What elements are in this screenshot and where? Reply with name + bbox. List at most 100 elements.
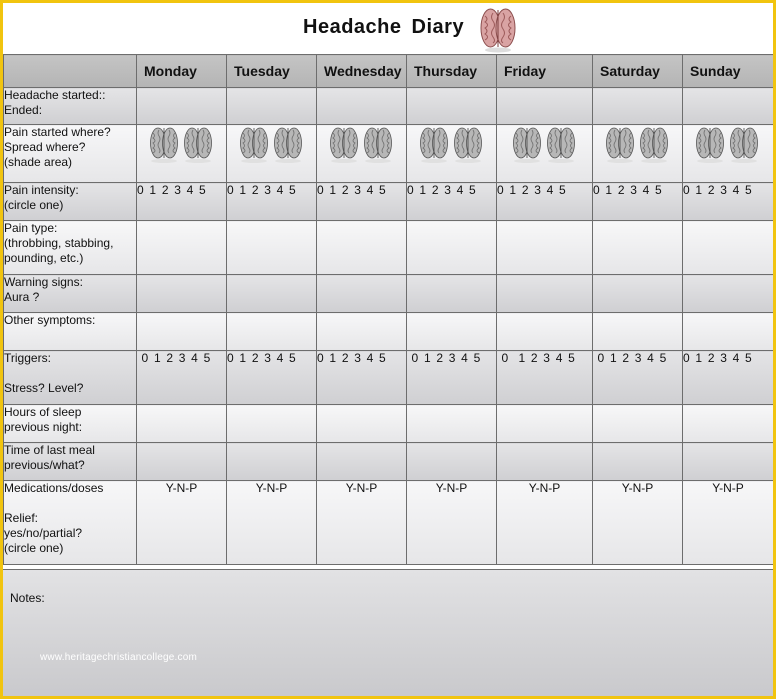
day-cell-wednesday[interactable]: [316, 312, 407, 351]
day-cell-thursday[interactable]: 0 1 2 3 4 5: [406, 182, 497, 221]
day-cell-sunday[interactable]: Y-N-P: [682, 480, 773, 565]
day-header-sunday: Sunday: [682, 54, 773, 88]
day-cell-saturday[interactable]: [592, 312, 683, 351]
day-cell-thursday[interactable]: [406, 274, 497, 313]
day-header-wednesday: Wednesday: [316, 54, 407, 88]
day-cell-thursday[interactable]: [406, 124, 497, 183]
day-cell-saturday[interactable]: [592, 404, 683, 443]
day-cell-friday[interactable]: 0 1 2 3 4 5: [496, 182, 593, 221]
day-cell-monday[interactable]: 0 1 2 3 4 5: [136, 350, 227, 405]
day-cell-thursday[interactable]: 0 1 2 3 4 5: [406, 350, 497, 405]
day-cell-wednesday[interactable]: [316, 442, 407, 481]
day-cell-wednesday[interactable]: 0 1 2 3 4 5: [316, 350, 407, 405]
row-label: Headache started:: Ended:: [3, 87, 137, 125]
day-cell-saturday[interactable]: [592, 274, 683, 313]
day-cell-monday[interactable]: [136, 312, 227, 351]
row-label: Pain started where? Spread where? (shade…: [3, 124, 137, 183]
day-cell-wednesday[interactable]: [316, 274, 407, 313]
brain-gray-icon[interactable]: [696, 125, 760, 165]
day-cell-thursday[interactable]: Y-N-P: [406, 480, 497, 565]
day-cell-friday[interactable]: [496, 442, 593, 481]
day-cell-thursday[interactable]: [406, 404, 497, 443]
day-cell-tuesday[interactable]: 0 1 2 3 4 5: [226, 182, 317, 221]
day-cell-wednesday[interactable]: [316, 404, 407, 443]
day-cell-friday[interactable]: [496, 274, 593, 313]
table-row: Headache started:: Ended:: [3, 87, 773, 125]
day-cell-saturday[interactable]: Y-N-P: [592, 480, 683, 565]
day-cell-tuesday[interactable]: [226, 124, 317, 183]
day-cell-monday[interactable]: [136, 220, 227, 275]
day-cell-wednesday[interactable]: 0 1 2 3 4 5: [316, 182, 407, 221]
row-label: Other symptoms:: [3, 312, 137, 351]
day-cell-wednesday[interactable]: [316, 220, 407, 275]
notes-area[interactable]: Notes: www.heritagechristiancollege.com: [3, 569, 773, 696]
day-cell-tuesday[interactable]: 0 1 2 3 4 5: [226, 350, 317, 405]
day-cell-tuesday[interactable]: [226, 312, 317, 351]
day-cell-saturday[interactable]: 0 1 2 3 4 5: [592, 182, 683, 221]
day-cell-friday[interactable]: Y-N-P: [496, 480, 593, 565]
day-cell-wednesday[interactable]: [316, 87, 407, 125]
header-corner: [3, 54, 137, 88]
day-cell-monday[interactable]: [136, 87, 227, 125]
day-cell-friday[interactable]: [496, 124, 593, 183]
brain-gray-icon[interactable]: [512, 125, 577, 165]
brain-gray-icon[interactable]: [605, 125, 670, 165]
day-cell-wednesday[interactable]: Y-N-P: [316, 480, 407, 565]
row-label: Pain type: (throbbing, stabbing, poundin…: [3, 220, 137, 275]
day-cell-friday[interactable]: [496, 312, 593, 351]
day-header-thursday: Thursday: [406, 54, 497, 88]
day-cell-sunday[interactable]: [682, 274, 773, 313]
brain-gray-icon[interactable]: [329, 125, 394, 165]
day-cell-friday[interactable]: 0 1 2 3 4 5: [496, 350, 593, 405]
day-cell-tuesday[interactable]: [226, 220, 317, 275]
table-row: Hours of sleep previous night:: [3, 404, 773, 443]
day-cell-sunday[interactable]: [682, 220, 773, 275]
day-cell-sunday[interactable]: [682, 124, 773, 183]
row-label: Pain intensity: (circle one): [3, 182, 137, 221]
day-cell-sunday[interactable]: 0 1 2 3 4 5: [682, 350, 773, 405]
day-cell-sunday[interactable]: 0 1 2 3 4 5: [682, 182, 773, 221]
brain-gray-icon[interactable]: [149, 125, 214, 165]
day-cell-sunday[interactable]: [682, 404, 773, 443]
day-cell-saturday[interactable]: 0 1 2 3 4 5: [592, 350, 683, 405]
day-cell-saturday[interactable]: [592, 87, 683, 125]
day-cell-tuesday[interactable]: Y-N-P: [226, 480, 317, 565]
row-label: Triggers: Stress? Level?: [3, 350, 137, 405]
day-cell-saturday[interactable]: [592, 220, 683, 275]
day-cell-sunday[interactable]: [682, 312, 773, 351]
day-cell-thursday[interactable]: [406, 220, 497, 275]
day-cell-sunday[interactable]: [682, 442, 773, 481]
day-header-friday: Friday: [496, 54, 593, 88]
row-label: Hours of sleep previous night:: [3, 404, 137, 443]
day-cell-tuesday[interactable]: [226, 442, 317, 481]
day-cell-thursday[interactable]: [406, 87, 497, 125]
table-row: Other symptoms:: [3, 312, 773, 351]
table-row: Triggers: Stress? Level? 0 1 2 3 4 50 1 …: [3, 350, 773, 405]
day-cell-monday[interactable]: 0 1 2 3 4 5: [136, 182, 227, 221]
day-cell-monday[interactable]: Y-N-P: [136, 480, 227, 565]
page-title: Headache Diary: [303, 16, 465, 38]
day-cell-sunday[interactable]: [682, 87, 773, 125]
title-bar: Headache Diary: [3, 3, 773, 54]
day-cell-monday[interactable]: [136, 404, 227, 443]
day-cell-thursday[interactable]: [406, 312, 497, 351]
row-label: Time of last meal previous/what?: [3, 442, 137, 481]
day-cell-tuesday[interactable]: [226, 404, 317, 443]
day-cell-saturday[interactable]: [592, 124, 683, 183]
day-cell-friday[interactable]: [496, 220, 593, 275]
watermark: www.heritagechristiancollege.com: [40, 652, 198, 663]
table-row: Pain started where? Spread where? (shade…: [3, 124, 773, 183]
day-cell-thursday[interactable]: [406, 442, 497, 481]
day-cell-monday[interactable]: [136, 442, 227, 481]
brain-gray-icon[interactable]: [239, 125, 304, 165]
day-header-saturday: Saturday: [592, 54, 683, 88]
day-cell-monday[interactable]: [136, 124, 227, 183]
day-cell-tuesday[interactable]: [226, 87, 317, 125]
day-cell-wednesday[interactable]: [316, 124, 407, 183]
day-cell-saturday[interactable]: [592, 442, 683, 481]
day-cell-friday[interactable]: [496, 87, 593, 125]
brain-gray-icon[interactable]: [419, 125, 484, 165]
day-cell-monday[interactable]: [136, 274, 227, 313]
day-cell-friday[interactable]: [496, 404, 593, 443]
day-cell-tuesday[interactable]: [226, 274, 317, 313]
